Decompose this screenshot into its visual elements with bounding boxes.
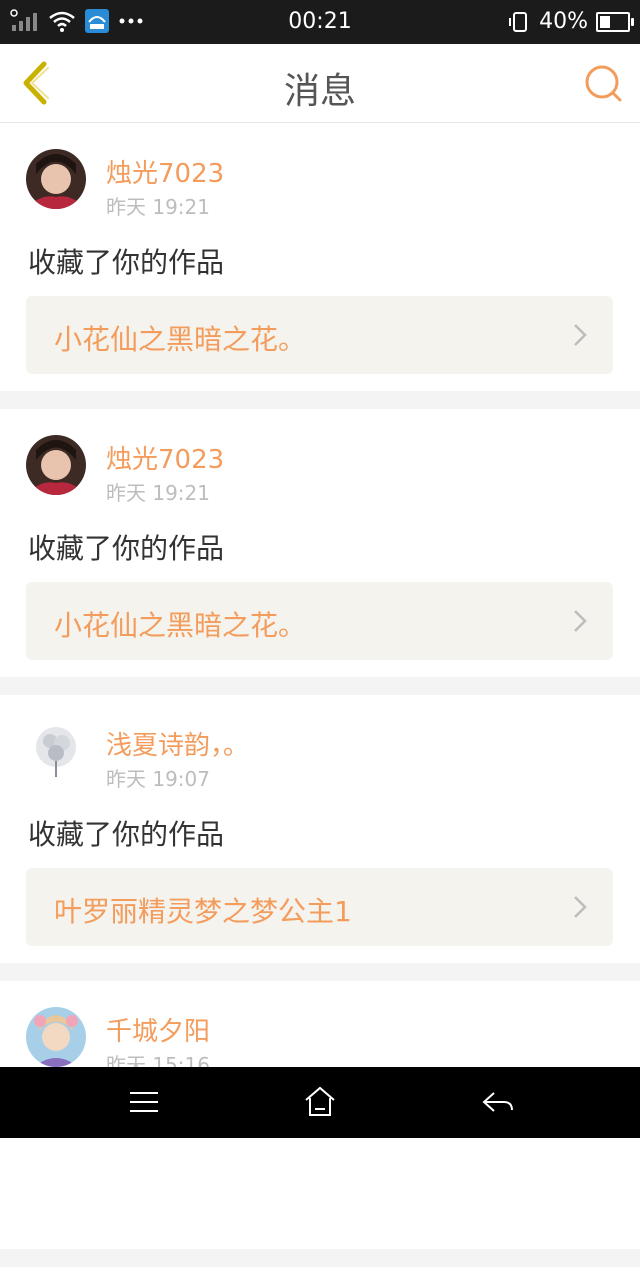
app-header: 消息 bbox=[0, 44, 640, 123]
battery-percent: 40% bbox=[539, 9, 588, 34]
work-title: 小花仙之黑暗之花。 bbox=[54, 323, 307, 356]
search-button[interactable] bbox=[582, 62, 626, 106]
page-title: 消息 bbox=[283, 71, 356, 112]
avatar[interactable] bbox=[26, 435, 86, 495]
home-button[interactable] bbox=[300, 1085, 340, 1119]
work-link[interactable]: 叶罗丽精灵梦之梦公主1 bbox=[26, 868, 613, 946]
avatar[interactable] bbox=[26, 1007, 86, 1067]
user-avatar-image bbox=[26, 149, 86, 209]
user-avatar-image bbox=[26, 721, 86, 781]
back-nav-button[interactable] bbox=[478, 1085, 518, 1119]
message-time: 昨天 19:21 bbox=[106, 195, 210, 219]
battery-fill bbox=[600, 15, 610, 28]
work-title: 小花仙之黑暗之花。 bbox=[54, 609, 307, 642]
user-avatar-image bbox=[26, 1007, 86, 1067]
message-card: 浅夏诗韵，。 昨天 19:07 收藏了你的作品 叶罗丽精灵梦之梦公主1 bbox=[0, 695, 640, 963]
search-icon bbox=[585, 65, 622, 102]
back-arrow-icon bbox=[482, 1092, 513, 1112]
chevron-right-icon bbox=[574, 324, 587, 346]
avatar[interactable] bbox=[26, 721, 86, 781]
message-action: 收藏了你的作品 bbox=[28, 532, 225, 565]
avatar[interactable] bbox=[26, 149, 86, 209]
username[interactable]: 烛光7023 bbox=[106, 439, 224, 476]
message-card: 烛光7023 昨天 19:21 收藏了你的作品 小花仙之黑暗之花。 bbox=[0, 409, 640, 677]
work-title: 叶罗丽精灵梦之梦公主1 bbox=[54, 895, 352, 928]
message-action: 收藏了你的作品 bbox=[28, 818, 225, 851]
chevron-right-icon bbox=[574, 610, 587, 632]
username[interactable]: 烛光7023 bbox=[106, 153, 224, 190]
message-time: 昨天 19:21 bbox=[106, 481, 210, 505]
message-card: 烛光7023 昨天 19:21 收藏了你的作品 小花仙之黑暗之花。 bbox=[0, 123, 640, 391]
system-nav-bar bbox=[0, 1067, 640, 1138]
status-bar: 00:21 40% bbox=[0, 0, 640, 44]
message-action: 收藏了你的作品 bbox=[28, 246, 225, 279]
menu-icon bbox=[130, 1092, 158, 1112]
menu-button[interactable] bbox=[124, 1085, 164, 1119]
work-link[interactable]: 小花仙之黑暗之花。 bbox=[26, 582, 613, 660]
username[interactable]: 千城夕阳 bbox=[106, 1011, 210, 1048]
status-icons-right: 40% bbox=[507, 9, 634, 34]
chevron-right-icon bbox=[574, 896, 587, 918]
message-time: 昨天 19:07 bbox=[106, 767, 210, 791]
user-avatar-image bbox=[26, 435, 86, 495]
username[interactable]: 浅夏诗韵，。 bbox=[106, 725, 249, 762]
home-icon bbox=[305, 1086, 335, 1116]
battery-icon bbox=[596, 11, 634, 32]
vibrate-icon bbox=[509, 11, 528, 32]
work-link[interactable]: 小花仙之黑暗之花。 bbox=[26, 296, 613, 374]
